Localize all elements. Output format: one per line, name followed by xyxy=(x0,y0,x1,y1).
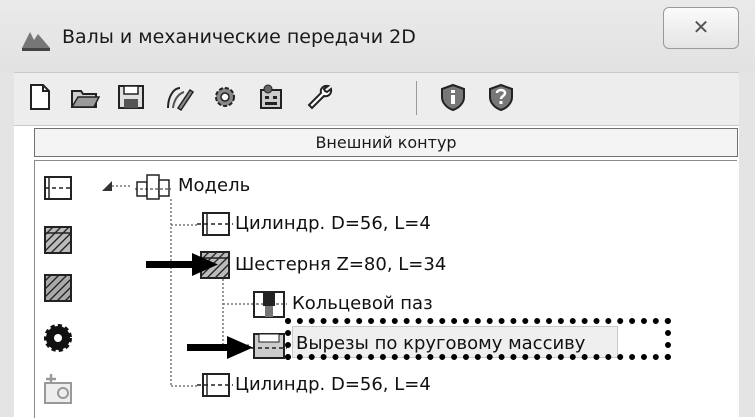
pointer-arrow-1 xyxy=(146,253,218,276)
help-shield-icon[interactable] xyxy=(486,82,516,112)
circular-cutout-icon xyxy=(251,333,287,359)
toolbar-separator xyxy=(416,81,417,115)
app-icon xyxy=(22,32,50,51)
gear-section-icon[interactable] xyxy=(41,223,75,257)
edit-curve-icon[interactable] xyxy=(164,82,194,112)
info-shield-icon[interactable] xyxy=(438,82,468,112)
window-frame-right xyxy=(739,72,755,417)
add-node-icon[interactable] xyxy=(41,371,75,405)
cylinder-icon[interactable] xyxy=(41,171,75,205)
tree-node-gear[interactable]: Шестерня Z=80, L=34 xyxy=(235,254,446,275)
tree-node-model[interactable]: Модель xyxy=(178,175,250,196)
calculator-icon[interactable] xyxy=(256,82,286,112)
wrench-icon[interactable] xyxy=(304,82,334,112)
toolbar xyxy=(14,72,739,126)
element-palette xyxy=(34,160,82,418)
app-window: Валы и механические передачи 2D ✕ Внешни… xyxy=(0,0,755,418)
section-title: Внешний контур xyxy=(315,133,457,152)
new-file-icon[interactable] xyxy=(24,82,54,112)
gear-wheel-icon[interactable] xyxy=(41,321,75,355)
pointer-arrow-2 xyxy=(187,336,253,359)
save-icon[interactable] xyxy=(116,82,146,112)
tree-node-cylinder-2[interactable]: Цилиндр. D=56, L=4 xyxy=(235,374,431,395)
close-button[interactable]: ✕ xyxy=(663,7,739,49)
gear-settings-icon[interactable] xyxy=(210,82,240,112)
window-frame-left xyxy=(0,72,14,417)
title-bar: Валы и механические передачи 2D ✕ xyxy=(0,0,755,72)
tree-node-cylinder[interactable]: Цилиндр. D=56, L=4 xyxy=(235,213,431,234)
highlight-dotted-frame xyxy=(285,318,671,360)
cylinder-icon xyxy=(197,212,233,236)
window-title: Валы и механические передачи 2D xyxy=(62,26,416,48)
expand-triangle-icon[interactable] xyxy=(101,179,113,193)
tree-node-groove[interactable]: Кольцевой паз xyxy=(292,293,433,314)
section-header[interactable]: Внешний контур xyxy=(34,128,738,157)
hatched-section-icon[interactable] xyxy=(41,271,75,305)
open-folder-icon[interactable] xyxy=(70,82,100,112)
ring-groove-icon xyxy=(251,291,287,318)
close-icon: ✕ xyxy=(692,15,710,39)
cylinder-icon xyxy=(197,373,233,397)
model-icon xyxy=(135,174,171,200)
model-tree: Модель Цилиндр. D=56, L=4 Шестерня Z=80,… xyxy=(81,160,737,418)
